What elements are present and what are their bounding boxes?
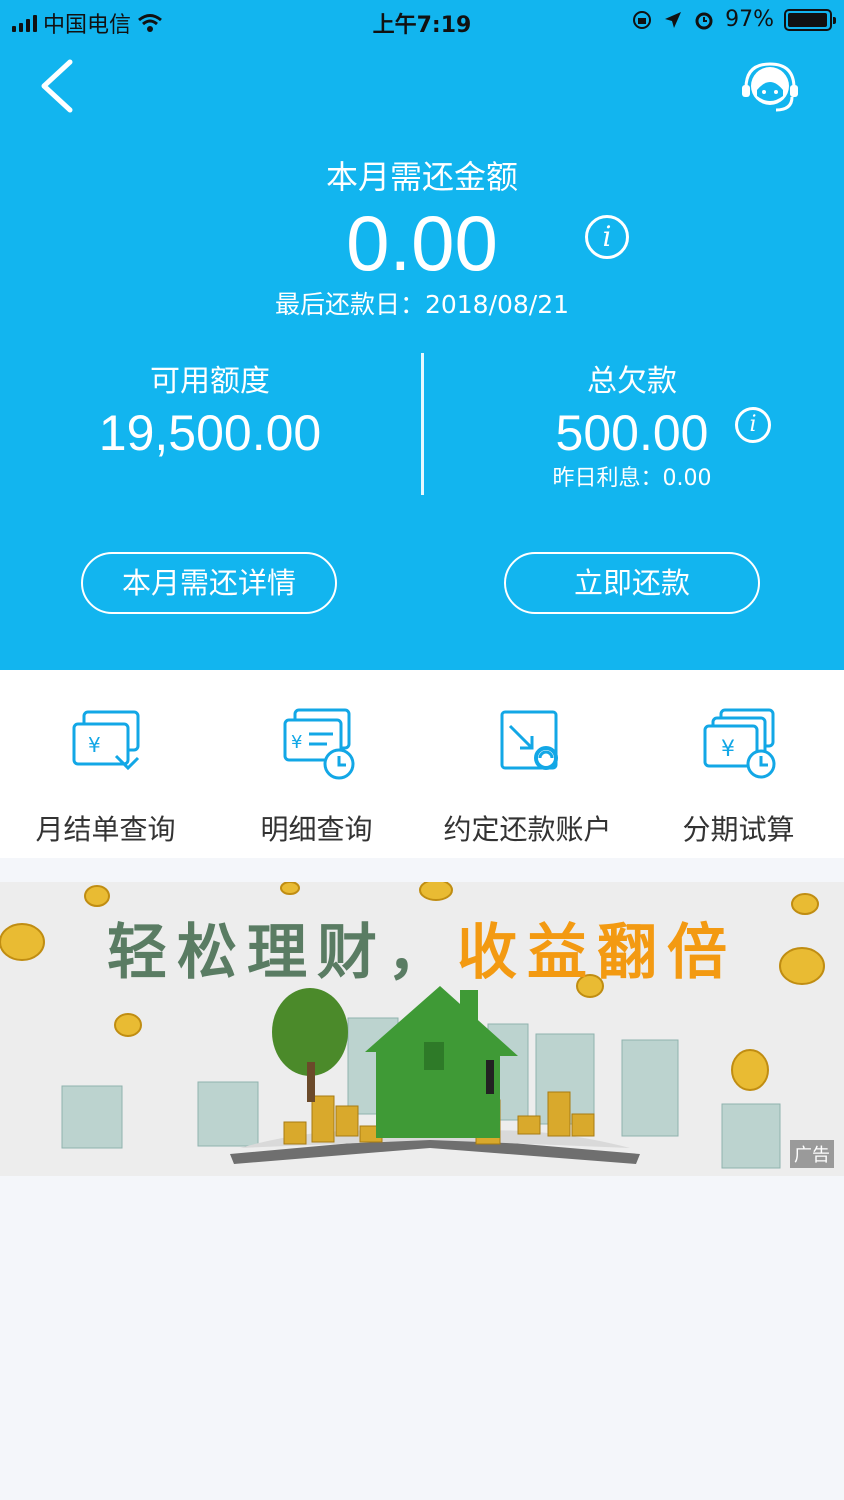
- ad-banner[interactable]: 轻松理财，收益翻倍 广告: [0, 882, 844, 1176]
- function-menu: ¥ 月结单查询 ¥ 明细查询 约定还款账户 ¥ 分期试算: [0, 670, 844, 858]
- available-credit-value: 19,500.00: [98, 405, 322, 461]
- menu-item-label: 分期试算: [682, 813, 795, 846]
- repay-account-icon: [500, 710, 558, 770]
- battery-icon: [784, 8, 836, 31]
- due-amount-value: 0.00: [346, 199, 498, 287]
- headline-part-1: 轻松理财，: [107, 918, 457, 988]
- menu-item-detail[interactable]: ¥ 明细查询: [211, 670, 422, 858]
- location-icon: [665, 11, 682, 28]
- svg-text:¥: ¥: [721, 737, 735, 762]
- due-amount-title: 本月需还金额: [325, 158, 518, 196]
- headline-part-2: 收益翻倍: [457, 918, 737, 988]
- ad-tag: 广告: [790, 1140, 834, 1168]
- owed-info-icon[interactable]: i: [735, 407, 771, 443]
- total-owed: 总欠款 500.00: [482, 356, 782, 462]
- installment-icon: ¥: [703, 708, 775, 779]
- menu-item-label: 月结单查询: [35, 813, 176, 846]
- banner-headline: 轻松理财，收益翻倍: [0, 904, 844, 991]
- detail-icon: ¥: [283, 708, 354, 780]
- menu-item-installment[interactable]: ¥ 分期试算: [633, 670, 844, 858]
- total-owed-label: 总欠款: [587, 364, 677, 399]
- account-summary-header: 中国电信 上午7:19 97% 本月需还金额 0.00 i 最后还款日：2018…: [0, 0, 844, 670]
- status-right: 97%: [631, 7, 836, 32]
- svg-text:¥: ¥: [88, 733, 101, 757]
- available-credit-label: 可用额度: [150, 364, 270, 399]
- yesterday-interest: 昨日利息：0.00: [552, 466, 712, 491]
- column-divider: [421, 353, 424, 495]
- svg-text:¥: ¥: [291, 732, 302, 753]
- rotation-lock-icon: [633, 10, 652, 29]
- menu-item-statement[interactable]: ¥ 月结单查询: [0, 670, 211, 858]
- due-date: 最后还款日：2018/08/21: [274, 290, 570, 319]
- pay-now-button[interactable]: 立即还款: [504, 552, 760, 614]
- menu-item-repay-account[interactable]: 约定还款账户: [422, 670, 633, 858]
- battery-percent: 97%: [725, 7, 774, 32]
- available-credit: 可用额度 19,500.00: [60, 356, 360, 462]
- menu-item-label: 约定还款账户: [443, 813, 612, 846]
- statement-icon: ¥: [72, 710, 139, 771]
- customer-service-icon[interactable]: [740, 60, 800, 116]
- status-bar: 中国电信 上午7:19 97%: [0, 0, 844, 42]
- amount-info-icon[interactable]: i: [585, 215, 629, 259]
- monthly-due-detail-button[interactable]: 本月需还详情: [81, 552, 337, 614]
- menu-item-label: 明细查询: [260, 813, 373, 846]
- alarm-icon: [695, 12, 713, 29]
- back-icon[interactable]: [30, 56, 86, 116]
